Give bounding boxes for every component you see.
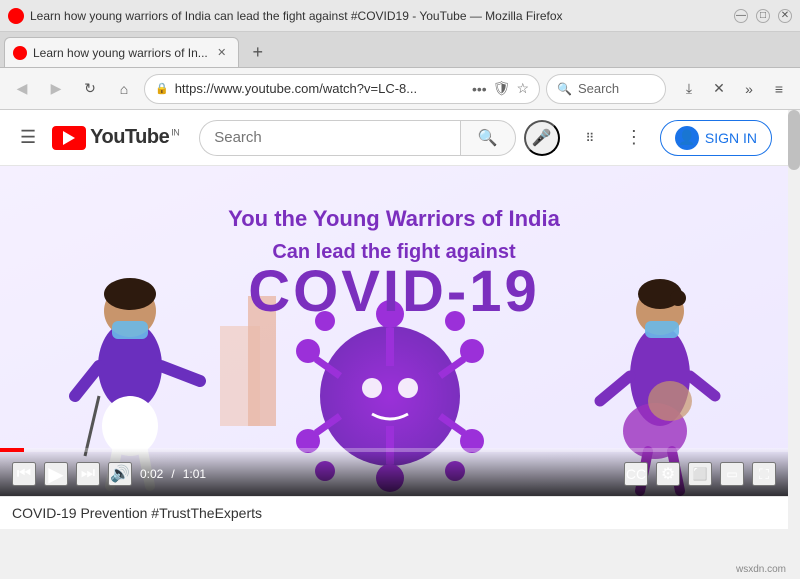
volume-button[interactable]: 🔊 <box>108 462 132 486</box>
browser-search-box[interactable]: 🔍 Search <box>546 74 666 104</box>
active-tab[interactable]: Learn how young warriors of In... ✕ <box>4 37 239 67</box>
youtube-header: ☰ YouTube IN 🔍 🎤 ⠿ ⋮ 👤 SI <box>0 110 788 166</box>
search-icon: 🔍 <box>557 82 572 96</box>
miniplayer-button[interactable]: ⬜ <box>688 462 712 486</box>
hamburger-menu-button[interactable]: ☰ <box>16 123 40 152</box>
svg-text:You the Young Warriors of Indi: You the Young Warriors of India <box>228 206 560 231</box>
time-separator: / <box>171 467 174 481</box>
window-controls[interactable]: — □ ✕ <box>734 9 792 23</box>
downloads-icon[interactable]: ⤓ <box>676 76 702 102</box>
maximize-button[interactable]: □ <box>756 9 770 23</box>
video-frame-svg: You the Young Warriors of India Can lead… <box>0 166 788 496</box>
reload-button[interactable]: ↻ <box>76 75 104 103</box>
youtube-search-button[interactable]: 🔍 <box>460 120 516 156</box>
more-icon: ⋮ <box>625 127 643 148</box>
youtube-logo-icon <box>52 126 86 150</box>
video-info-bar: COVID-19 Prevention #TrustTheExperts <box>0 496 788 529</box>
watermark: wsxdn.com <box>736 564 786 575</box>
current-time: 0:02 <box>140 467 163 481</box>
sign-in-label: SIGN IN <box>705 130 757 146</box>
search-icon: 🔍 <box>478 128 498 148</box>
close-button[interactable]: ✕ <box>778 9 792 23</box>
tab-label: Learn how young warriors of In... <box>33 46 208 60</box>
progress-bar[interactable] <box>0 448 788 452</box>
extensions-icon[interactable]: » <box>736 76 762 102</box>
scrollbar[interactable] <box>788 110 800 579</box>
scrollbar-thumb[interactable] <box>788 110 800 170</box>
forward-button[interactable]: ▶ <box>42 75 70 103</box>
grid-icon: ⠿ <box>585 132 594 144</box>
minimize-button[interactable]: — <box>734 9 748 23</box>
sign-in-button[interactable]: 👤 SIGN IN <box>660 120 772 156</box>
mic-icon: 🎤 <box>532 128 552 148</box>
main-content: ☰ YouTube IN 🔍 🎤 ⠿ ⋮ 👤 SI <box>0 110 788 543</box>
shield-icon: 🛡 <box>493 80 511 97</box>
new-tab-button[interactable]: + <box>243 37 273 67</box>
toolbar-icons: ⤓ ✕ » ≡ <box>676 76 792 102</box>
youtube-mic-button[interactable]: 🎤 <box>524 120 560 156</box>
controls-right: CC ⚙ ⬜ ▭ ⛶ <box>624 458 776 486</box>
youtube-play-triangle <box>63 131 75 145</box>
star-icon[interactable]: ☆ <box>516 80 529 97</box>
total-duration: 1:01 <box>183 467 206 481</box>
search-placeholder-text: Search <box>578 81 619 96</box>
back-button[interactable]: ◀ <box>8 75 36 103</box>
address-input[interactable]: 🔒 https://www.youtube.com/watch?v=LC-8..… <box>144 74 540 104</box>
video-info-text: COVID-19 Prevention #TrustTheExperts <box>12 505 262 521</box>
youtube-header-right: ⠿ ⋮ 👤 SIGN IN <box>572 120 772 156</box>
fullscreen-button[interactable]: ⛶ <box>752 462 776 486</box>
tab-favicon <box>13 46 27 60</box>
video-controls: ⏮ ▶ ⏭ 🔊 0:02 / 1:01 CC ⚙ ⬜ ▭ ⛶ <box>0 448 788 496</box>
title-text: Learn how young warriors of India can le… <box>30 9 726 23</box>
title-favicon <box>8 8 24 24</box>
video-player[interactable]: You the Young Warriors of India Can lead… <box>0 166 788 496</box>
skip-forward-button[interactable]: ⏭ <box>76 462 100 486</box>
menu-icon[interactable]: ≡ <box>766 76 792 102</box>
home-button[interactable]: ⌂ <box>110 75 138 103</box>
progress-fill <box>0 448 24 452</box>
skip-back-button[interactable]: ⏮ <box>12 462 36 486</box>
video-background: You the Young Warriors of India Can lead… <box>0 166 788 496</box>
svg-text:COVID-19: COVID-19 <box>248 259 540 324</box>
lock-icon: 🔒 <box>155 82 169 95</box>
youtube-logo[interactable]: YouTube IN <box>52 126 179 150</box>
theater-button[interactable]: ▭ <box>720 462 744 486</box>
settings-button[interactable]: ⚙ <box>656 462 680 486</box>
youtube-apps-button[interactable]: ⠿ <box>572 120 608 156</box>
play-button[interactable]: ▶ <box>44 462 68 486</box>
address-more-icon[interactable]: ••• <box>472 81 487 97</box>
youtube-logo-text: YouTube IN <box>90 126 179 149</box>
bookmarks-icon[interactable]: ✕ <box>706 76 732 102</box>
title-bar: Learn how young warriors of India can le… <box>0 0 800 32</box>
address-bar: ◀ ▶ ↻ ⌂ 🔒 https://www.youtube.com/watch?… <box>0 68 800 110</box>
youtube-more-button[interactable]: ⋮ <box>616 120 652 156</box>
sign-in-avatar-icon: 👤 <box>675 126 699 150</box>
captions-button[interactable]: CC <box>624 462 648 486</box>
youtube-search-input[interactable] <box>199 120 460 156</box>
url-text: https://www.youtube.com/watch?v=LC-8... <box>175 81 462 96</box>
tab-close-button[interactable]: ✕ <box>214 45 230 61</box>
youtube-search-wrap: 🔍 🎤 <box>199 120 560 156</box>
tab-bar: Learn how young warriors of In... ✕ + <box>0 32 800 68</box>
